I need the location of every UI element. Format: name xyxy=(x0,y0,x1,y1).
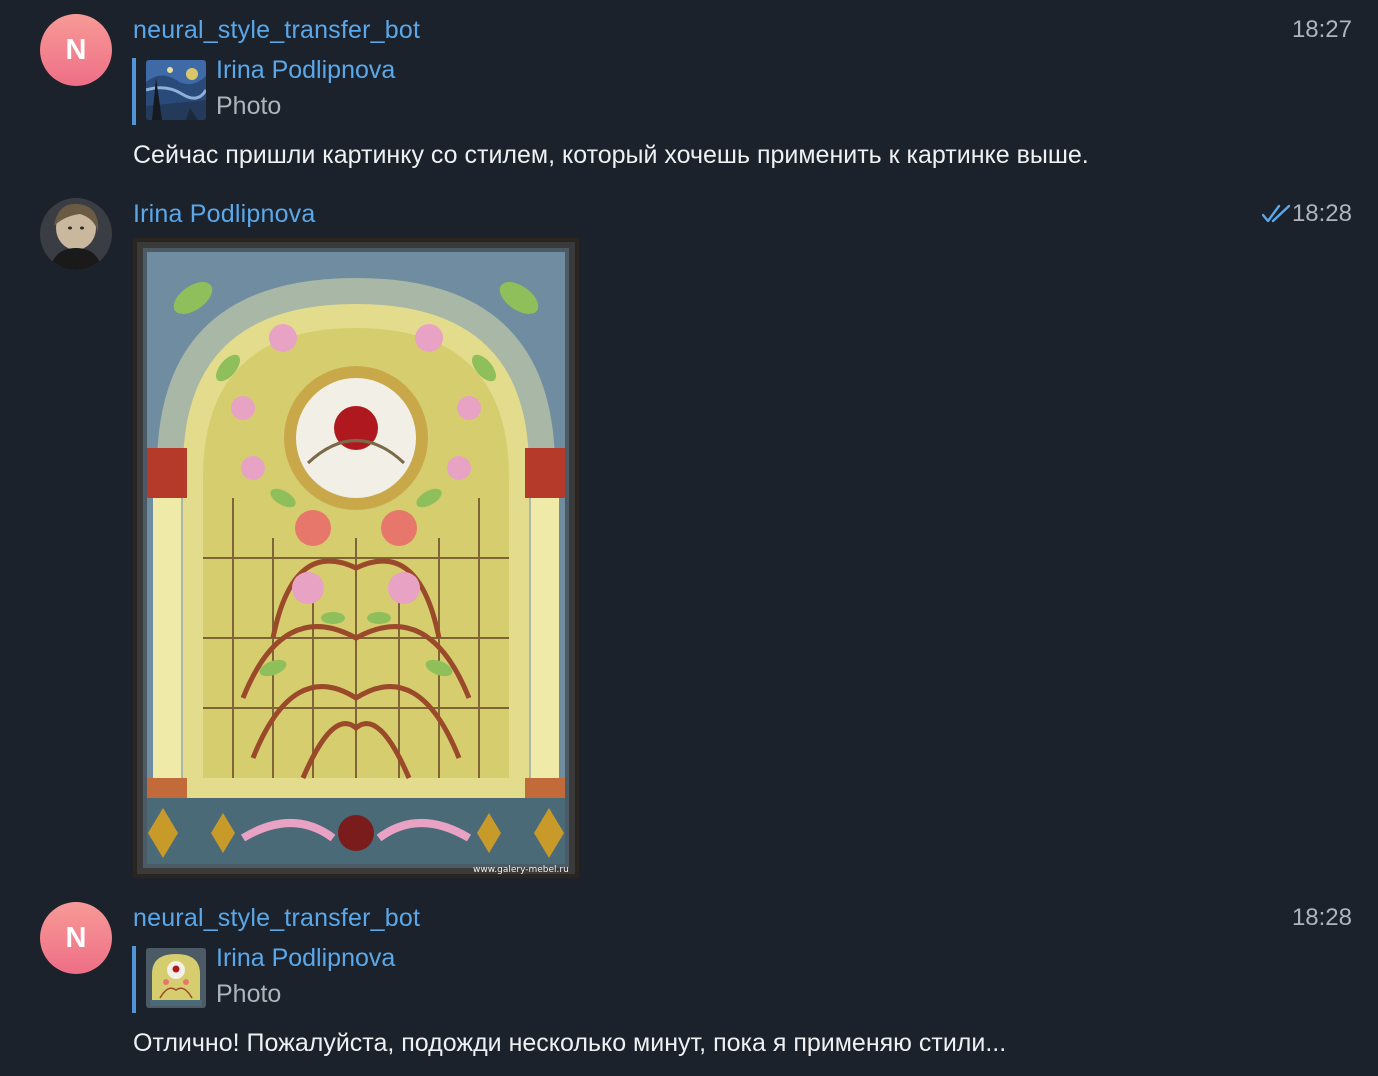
sender-name[interactable]: Irina Podlipnova xyxy=(133,200,316,229)
photo-watermark: www.galery-mebel.ru xyxy=(473,865,569,875)
message-time: 18:28 xyxy=(1291,200,1352,227)
reply-text: Photo xyxy=(216,92,282,120)
reply-text: Photo xyxy=(216,980,282,1008)
starry-night-thumbnail-icon xyxy=(146,60,206,120)
reply-sender-name: Irina Podlipnova xyxy=(216,944,396,972)
reply-sender-name: Irina Podlipnova xyxy=(216,56,396,84)
reply-quote[interactable]: Irina Podlipnova Photo xyxy=(132,944,395,1013)
avatar-letter: N xyxy=(65,921,87,954)
user-portrait-icon xyxy=(40,198,112,270)
sender-name[interactable]: neural_style_transfer_bot xyxy=(133,904,420,933)
bot-avatar[interactable]: N xyxy=(40,902,112,974)
reply-quote[interactable]: Irina Podlipnova Photo xyxy=(132,56,395,125)
double-check-icon xyxy=(1262,204,1291,223)
user-avatar[interactable] xyxy=(40,198,112,270)
message-time: 18:27 xyxy=(1291,16,1352,43)
stained-glass-thumbnail-icon xyxy=(146,948,206,1008)
bot-avatar[interactable]: N xyxy=(40,14,112,86)
message-text: Сейчас пришли картинку со стилем, которы… xyxy=(133,141,1089,169)
message-text: Отлично! Пожалуйста, подожди несколько м… xyxy=(133,1029,1007,1057)
stained-glass-photo[interactable]: www.galery-mebel.ru xyxy=(133,238,579,878)
avatar-letter: N xyxy=(65,33,87,66)
sender-name[interactable]: neural_style_transfer_bot xyxy=(133,16,420,45)
message-time: 18:28 xyxy=(1291,904,1352,931)
